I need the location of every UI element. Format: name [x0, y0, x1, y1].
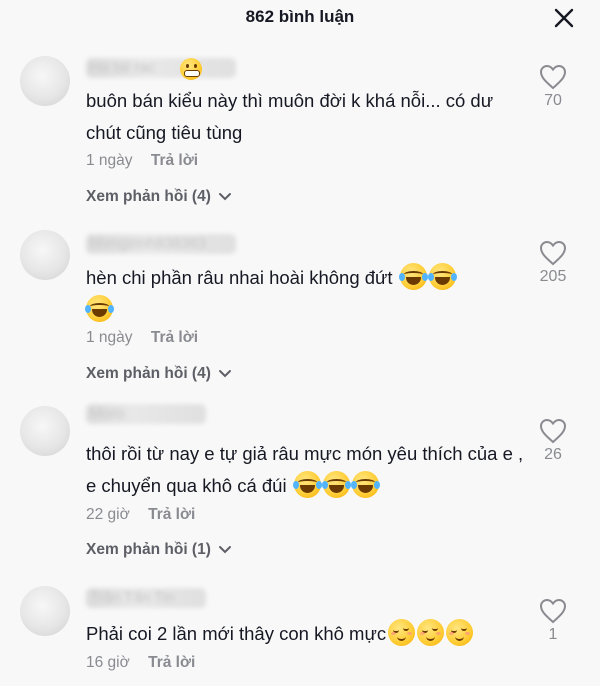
comment-meta: 16 giờ Trả lời [86, 654, 195, 672]
comment-time: 16 giờ [86, 654, 130, 671]
avatar[interactable] [20, 586, 70, 636]
comment-item: Ha tat rac buôn bán kiểu này thì muôn đờ… [0, 52, 600, 222]
like-control[interactable]: 205 [526, 240, 580, 286]
laughing-emoji-icon [321, 471, 351, 498]
comment-meta: 22 giờ Trả lời [86, 506, 195, 524]
comment-text: buôn bán kiểu này thì muôn đời k khá nỗi… [86, 90, 494, 143]
like-control[interactable]: 26 [526, 418, 580, 464]
comment-time: 22 giờ [86, 506, 130, 523]
like-count: 70 [544, 92, 562, 109]
comment-item: Trần Tấn Tin Phải coi 2 lần mới thây con… [0, 582, 600, 686]
relieved-emoji-icon [388, 619, 416, 646]
chevron-down-icon [219, 192, 232, 201]
like-control[interactable]: 1 [526, 598, 580, 644]
close-icon[interactable] [552, 6, 576, 30]
like-count: 205 [539, 268, 567, 285]
comment-time: 1 ngày [86, 152, 133, 169]
reply-button[interactable]: Trả lời [148, 654, 195, 671]
heart-outline-icon[interactable] [539, 418, 567, 444]
username-blurred[interactable]: Moro [86, 404, 206, 424]
comment-text: Phải coi 2 lần mới thây con khô mực [86, 618, 536, 650]
chevron-down-icon [219, 369, 232, 378]
comment-meta: 1 ngày Trả lời [86, 329, 198, 347]
like-count: 26 [544, 446, 562, 463]
relieved-emoji-icon [446, 619, 474, 646]
view-replies-button[interactable]: Xem phản hồi (4) [86, 365, 232, 383]
username-blurred[interactable]: Trần Tấn Tin [86, 588, 206, 608]
avatar[interactable] [20, 406, 70, 456]
avatar[interactable] [20, 230, 70, 280]
like-count: 1 [548, 626, 558, 643]
reply-button[interactable]: Trả lời [151, 152, 198, 169]
username-blurred[interactable]: hhmgirinh838363 [86, 234, 236, 254]
avatar[interactable] [20, 56, 70, 106]
laughing-emoji-icon [292, 471, 322, 498]
comment-text: hèn chi phần râu nhai hoài không đứt [85, 262, 516, 326]
view-replies-button[interactable]: Xem phản hồi (4) [86, 188, 232, 206]
laughing-emoji-icon [350, 471, 380, 498]
comment-count-title: 862 bình luận [245, 7, 355, 26]
heart-outline-icon[interactable] [539, 64, 567, 90]
heart-outline-icon[interactable] [539, 598, 567, 624]
laughing-emoji-icon [85, 295, 114, 322]
relieved-emoji-icon [417, 619, 445, 646]
comment-text: thôi rồi từ nay e tự giả râu mực món yêu… [86, 443, 524, 498]
reply-button[interactable]: Trả lời [151, 329, 198, 346]
like-control[interactable]: 70 [526, 64, 580, 110]
comment-meta: 1 ngày Trả lời [86, 152, 198, 170]
comment-item: Moro thôi rồi từ nay e tự giả râu mực mó… [0, 402, 600, 574]
laughing-emoji-icon [427, 263, 457, 290]
comment-time: 1 ngày [86, 329, 133, 346]
grin-emoji-icon [180, 58, 202, 80]
username-blurred[interactable]: Ha tat rac [86, 58, 236, 78]
comments-header: 862 bình luận [0, 0, 600, 40]
laughing-emoji-icon [398, 263, 428, 290]
heart-outline-icon[interactable] [539, 240, 567, 266]
chevron-down-icon [219, 545, 232, 554]
view-replies-button[interactable]: Xem phản hồi (1) [86, 541, 232, 559]
reply-button[interactable]: Trả lời [148, 506, 195, 523]
comment-item: hhmgirinh838363 hèn chi phần râu nhai ho… [0, 226, 600, 396]
